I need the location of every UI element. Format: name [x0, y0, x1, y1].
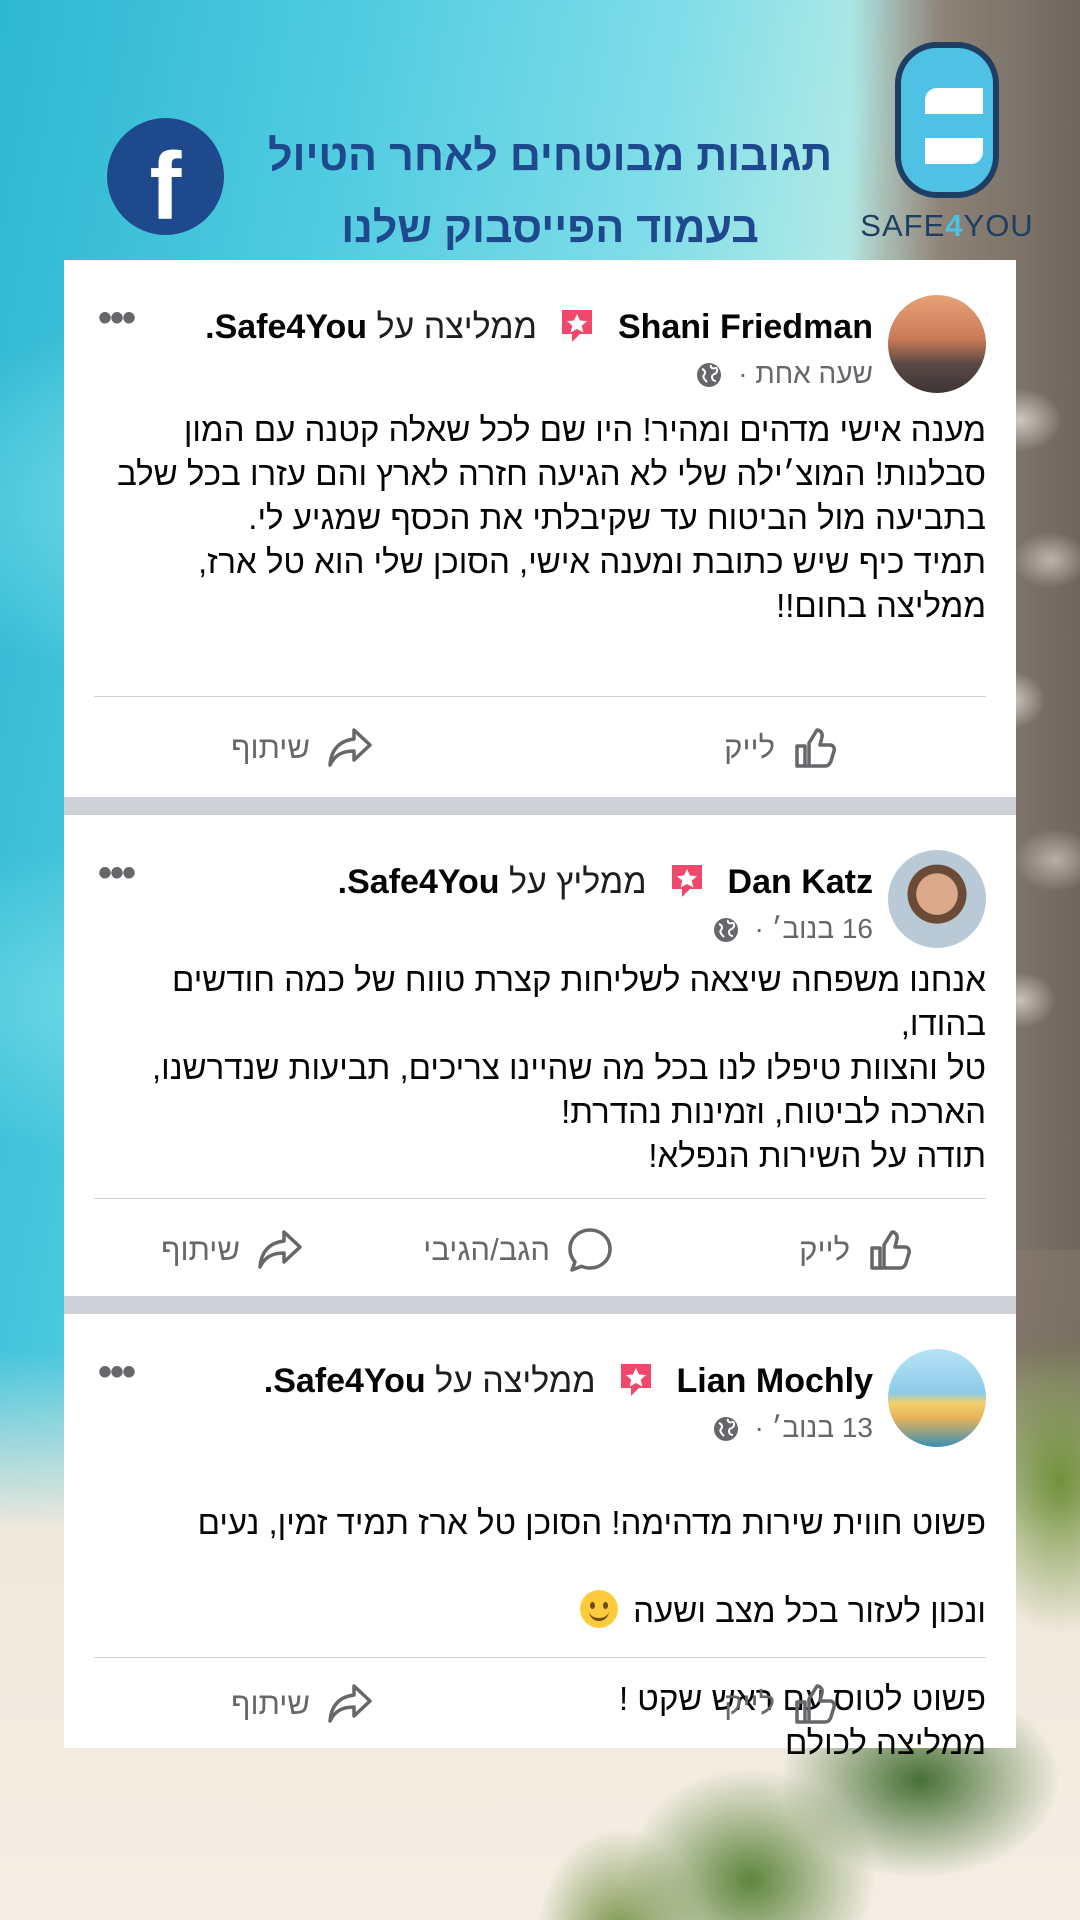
share-button[interactable]: שיתוף [161, 1222, 306, 1278]
review-card: Lian Mochly ממליצה על Safe4You. 13 בנוב׳… [64, 1314, 1016, 1761]
globe-icon [697, 363, 722, 387]
author-name[interactable]: Lian Mochly [677, 1362, 873, 1400]
like-label: לייק [799, 1232, 850, 1267]
avatar[interactable] [888, 295, 986, 393]
share-button[interactable]: שיתוף [231, 1676, 376, 1732]
post-text-line-2: ונכון לעזור בכל מצב ושעה [94, 1589, 986, 1633]
post-text: מענה אישי מדהים ומהיר! היו שם לכל שאלה ק… [117, 411, 986, 624]
page-name[interactable]: Safe4You. [338, 863, 500, 901]
smiley-emoji-icon [579, 1590, 618, 1628]
globe-icon [713, 918, 738, 942]
brand-wordmark: SAFE4YOU [860, 208, 1034, 243]
avatar[interactable] [888, 850, 986, 948]
safe4you-logo [895, 42, 1001, 202]
page-headline: תגובות מבוטחים לאחר הטיול בעמוד הפייסבוק… [230, 120, 870, 264]
like-label: לייק [724, 730, 775, 765]
share-arrow-icon [328, 1684, 372, 1723]
recommend-badge-icon [621, 1364, 652, 1396]
comment-button[interactable]: הגב/הגיבי [423, 1222, 616, 1278]
more-options-icon[interactable]: ••• [98, 298, 136, 338]
post-text-line-1: פשוט חווית שירות מדהימה! הסוכן טל ארז תמ… [197, 1504, 986, 1541]
headline-line-2: בעמוד הפייסבוק שלנו [341, 204, 759, 252]
recommend-badge-icon [672, 865, 703, 897]
meta-separator: · [754, 913, 764, 944]
recommends-text: ממליץ על [509, 863, 647, 901]
post-time[interactable]: 16 בנוב׳ [772, 913, 873, 944]
like-button[interactable]: לייק [724, 1676, 841, 1732]
meta-separator: · [738, 358, 748, 389]
review-card: Shani Friedman ממליצה על Safe4You. שעה א… [64, 260, 1016, 797]
headline-line-1: תגובות מבוטחים לאחר הטיול [267, 132, 833, 180]
like-label: לייק [724, 1686, 775, 1721]
comment-label: הגב/הגיבי [423, 1232, 550, 1267]
like-button[interactable]: לייק [724, 720, 841, 776]
page-name[interactable]: Safe4You. [205, 308, 367, 346]
divider [94, 1198, 986, 1199]
like-button[interactable]: לייק [799, 1222, 916, 1278]
post-text: פשוט חווית שירות מדהימה! הסוכן טל ארז תמ… [94, 1457, 986, 1809]
brand-shield-icon [895, 42, 999, 198]
recommend-badge-icon [562, 310, 593, 342]
post-text-rest: פשוט לטוס עם ראש שקט ! ממליצה לכולם [618, 1680, 986, 1761]
share-label: שיתוף [231, 730, 310, 765]
recommends-text: ממליצה על [435, 1362, 596, 1400]
share-arrow-icon [328, 728, 372, 767]
meta-separator: · [754, 1412, 764, 1443]
recommends-text: ממליצה על [376, 308, 538, 346]
post-meta: 13 בנוב׳ · [713, 1412, 873, 1444]
facebook-logo-icon: f [107, 118, 224, 235]
post-header: Shani Friedman ממליצה על Safe4You. [205, 306, 873, 347]
author-name[interactable]: Shani Friedman [618, 308, 873, 346]
post-time[interactable]: שעה אחת [755, 358, 873, 389]
more-options-icon[interactable]: ••• [98, 853, 136, 893]
post-header: Lian Mochly ממליצה על Safe4You. [264, 1360, 873, 1401]
divider [94, 696, 986, 697]
share-button[interactable]: שיתוף [231, 720, 376, 776]
review-card: Dan Katz ממליץ על Safe4You. 16 בנוב׳ · •… [64, 815, 1016, 1296]
page-name[interactable]: Safe4You. [264, 1362, 426, 1400]
post-meta: שעה אחת · [696, 358, 873, 390]
author-name[interactable]: Dan Katz [728, 863, 873, 901]
share-label: שיתוף [161, 1232, 240, 1267]
globe-icon [713, 1417, 738, 1441]
post-header: Dan Katz ממליץ על Safe4You. [338, 861, 873, 902]
more-options-icon[interactable]: ••• [98, 1352, 136, 1392]
divider [94, 1657, 986, 1658]
like-thumb-icon [795, 728, 836, 768]
post-text: אנחנו משפחה שיצאה לשליחות קצרת טווח של כ… [151, 961, 986, 1174]
share-label: שיתוף [231, 1686, 310, 1721]
post-meta: 16 בנוב׳ · [713, 913, 873, 945]
comment-bubble-icon [568, 1228, 612, 1272]
like-thumb-icon [795, 1684, 836, 1724]
avatar[interactable] [888, 1349, 986, 1447]
share-arrow-icon [258, 1230, 302, 1269]
post-time[interactable]: 13 בנוב׳ [772, 1412, 873, 1443]
like-thumb-icon [870, 1230, 911, 1270]
